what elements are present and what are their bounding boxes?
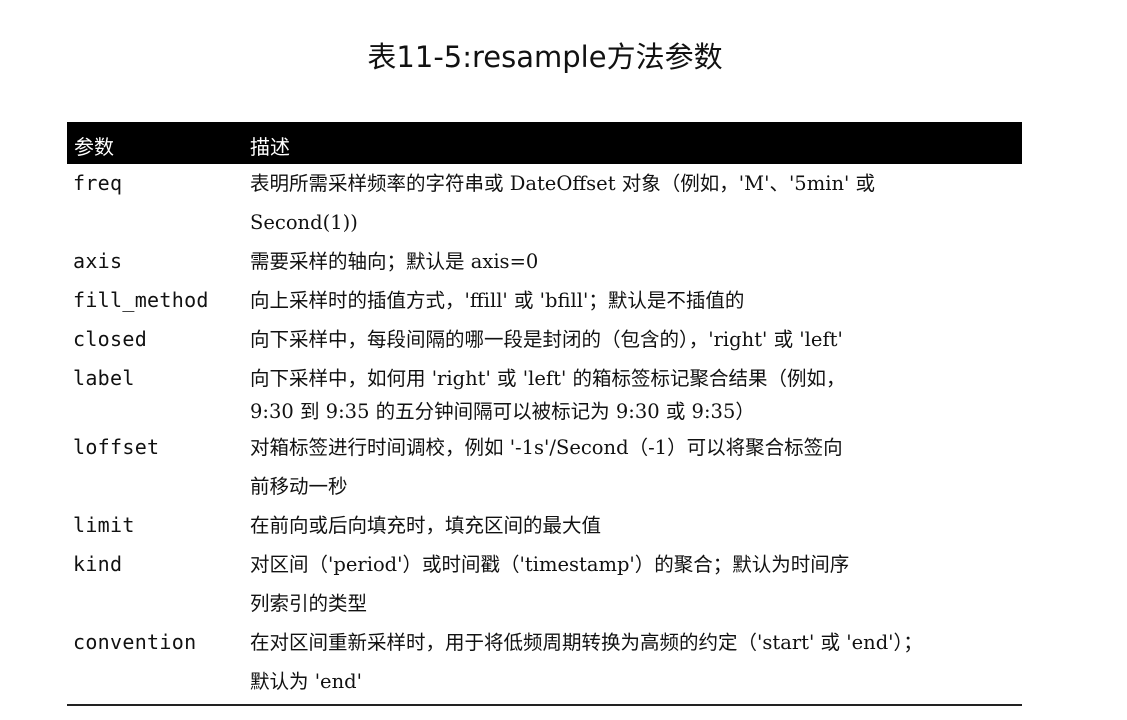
param-name: label	[73, 366, 135, 390]
param-name: closed	[73, 327, 148, 351]
header-param: 参数	[74, 135, 114, 159]
table-row: freq 表明所需采样频率的字符串或 DateOffset 对象（例如，'M'、…	[67, 164, 1022, 242]
header-description: 描述	[250, 135, 290, 159]
param-description: 在前向或后向填充时，填充区间的最大值	[250, 506, 1022, 545]
param-name: freq	[73, 171, 123, 195]
param-name: limit	[73, 513, 135, 537]
table-header: 参数 描述	[67, 122, 1022, 164]
description-line: 前移动一秒	[250, 475, 348, 498]
param-description: 需要采样的轴向；默认是 axis=0	[250, 242, 1022, 281]
param-description: 在对区间重新采样时，用于将低频周期转换为高频的约定（'start' 或 'end…	[250, 623, 1022, 701]
parameter-table: 参数 描述 freq 表明所需采样频率的字符串或 DateOffset 对象（例…	[67, 122, 1022, 701]
table-row: closed 向下采样中，每段间隔的哪一段是封闭的（包含的），'right' 或…	[67, 320, 1022, 359]
param-name: loffset	[73, 435, 160, 459]
param-description: 向下采样中，如何用 'right' 或 'left' 的箱标签标记聚合结果（例如…	[250, 359, 1022, 428]
table-row: limit 在前向或后向填充时，填充区间的最大值	[67, 506, 1022, 545]
description-line: 列索引的类型	[250, 592, 368, 615]
table-row: convention 在对区间重新采样时，用于将低频周期转换为高频的约定（'st…	[67, 623, 1022, 701]
param-name: fill_method	[73, 288, 209, 312]
table-row: axis 需要采样的轴向；默认是 axis=0	[67, 242, 1022, 281]
param-description: 向上采样时的插值方式，'ffill' 或 'bfill'；默认是不插值的	[250, 281, 1022, 320]
param-description: 向下采样中，每段间隔的哪一段是封闭的（包含的），'right' 或 'left'	[250, 320, 1022, 359]
description-line: 默认为 'end'	[250, 670, 363, 693]
description-line: 对区间（'period'）或时间戳（'timestamp'）的聚合；默认为时间序	[250, 553, 850, 576]
param-description: 对区间（'period'）或时间戳（'timestamp'）的聚合；默认为时间序…	[250, 545, 1022, 623]
description-line: 向下采样中，如何用 'right' 或 'left' 的箱标签标记聚合结果（例如…	[250, 367, 846, 390]
param-name: convention	[73, 630, 197, 654]
param-description: 对箱标签进行时间调校，例如 '-1s'/Second（-1）可以将聚合标签向 前…	[250, 428, 1022, 506]
description-line: Second(1))	[250, 211, 358, 234]
table-row: kind 对区间（'period'）或时间戳（'timestamp'）的聚合；默…	[67, 545, 1022, 623]
table-row: label 向下采样中，如何用 'right' 或 'left' 的箱标签标记聚…	[67, 359, 1022, 428]
description-line: 向下采样中，每段间隔的哪一段是封闭的（包含的），'right' 或 'left'	[250, 328, 843, 351]
table-title: 表11-5:resample方法参数	[367, 40, 723, 74]
description-line: 在前向或后向填充时，填充区间的最大值	[250, 514, 602, 537]
description-line: 对箱标签进行时间调校，例如 '-1s'/Second（-1）可以将聚合标签向	[250, 436, 843, 459]
table-row: loffset 对箱标签进行时间调校，例如 '-1s'/Second（-1）可以…	[67, 428, 1022, 506]
table-row: fill_method 向上采样时的插值方式，'ffill' 或 'bfill'…	[67, 281, 1022, 320]
param-name: kind	[73, 552, 123, 576]
param-description: 表明所需采样频率的字符串或 DateOffset 对象（例如，'M'、'5min…	[250, 164, 1022, 242]
description-line: 需要采样的轴向；默认是 axis=0	[250, 250, 539, 273]
description-line: 在对区间重新采样时，用于将低频周期转换为高频的约定（'start' 或 'end…	[250, 631, 923, 654]
description-line: 9:30 到 9:35 的五分钟间隔可以被标记为 9:30 或 9:35）	[250, 400, 755, 423]
description-line: 表明所需采样频率的字符串或 DateOffset 对象（例如，'M'、'5min…	[250, 172, 876, 195]
description-line: 向上采样时的插值方式，'ffill' 或 'bfill'；默认是不插值的	[250, 289, 745, 312]
param-name: axis	[73, 249, 123, 273]
table-body: freq 表明所需采样频率的字符串或 DateOffset 对象（例如，'M'、…	[67, 164, 1022, 701]
table-bottom-rule	[67, 704, 1022, 706]
